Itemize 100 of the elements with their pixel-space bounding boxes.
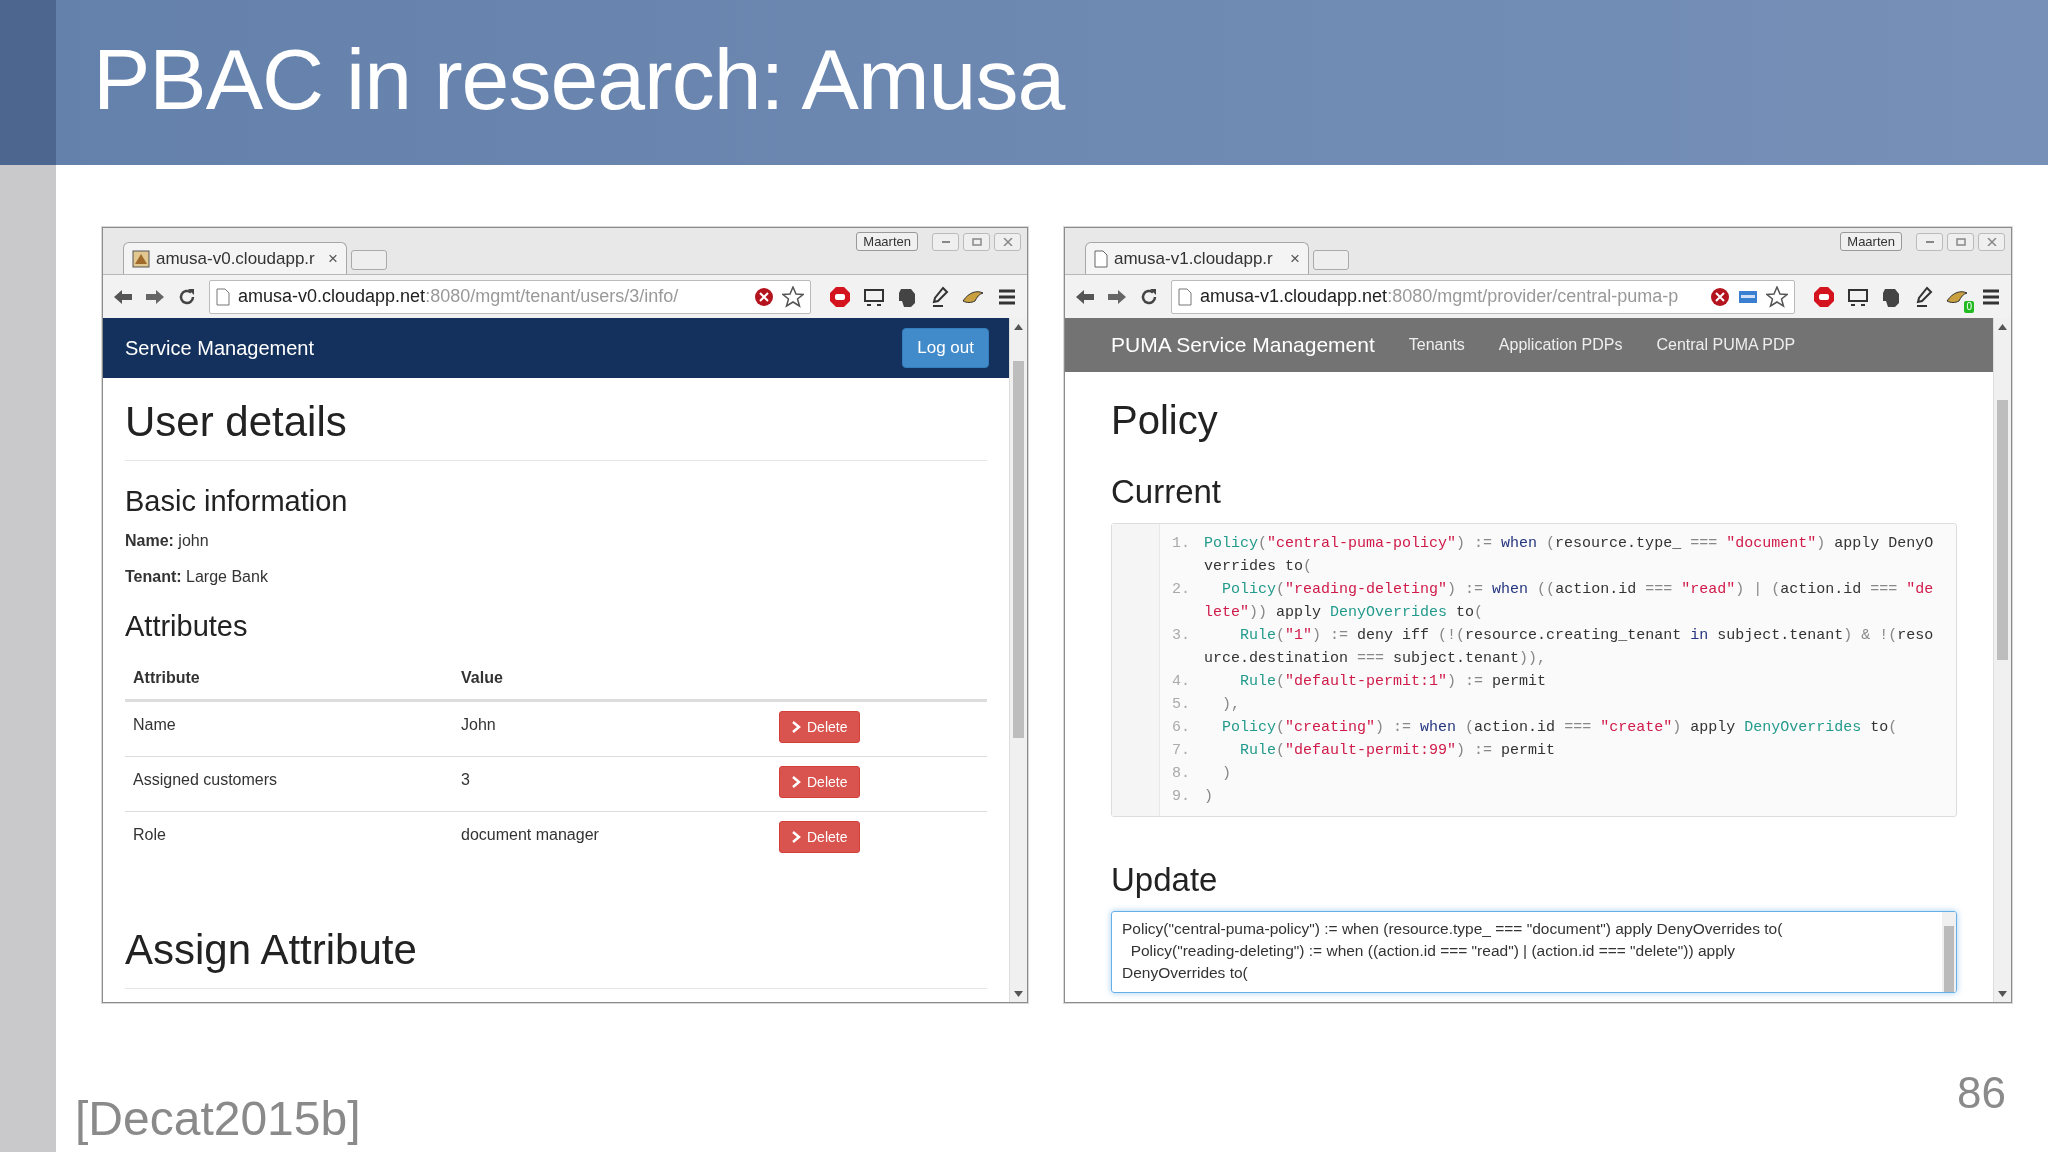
tab-close-button[interactable]: × xyxy=(1290,248,1300,269)
citation-text: [Decat2015b] xyxy=(75,1091,361,1146)
brand-text[interactable]: Service Management xyxy=(125,336,314,360)
line-number: 2. xyxy=(1171,580,1191,600)
minimize-button[interactable] xyxy=(1916,232,1943,251)
error-icon[interactable] xyxy=(1710,286,1730,307)
table-cell: Role xyxy=(125,811,453,866)
chevron-icon xyxy=(792,831,801,843)
address-field[interactable]: amusa-v0.cloudapp.net:8080/mgmt/tenant/users/3/info/ xyxy=(209,279,811,314)
stop-sign-icon[interactable] xyxy=(1813,285,1835,308)
detail-text: Name: john xyxy=(125,532,210,550)
section-heading: Update xyxy=(1111,861,1219,899)
forward-icon[interactable] xyxy=(145,288,165,305)
chevron-icon xyxy=(792,721,801,733)
close-button[interactable] xyxy=(1978,232,2005,251)
code-line: ) xyxy=(1204,787,1214,807)
browser-tab[interactable]: amusa-v1.cloudapp.r × xyxy=(1085,242,1309,274)
code-line: Policy("central-puma-policy") := when (resource.type_ === "document") apply DenyOverrides to( xyxy=(1204,534,1935,577)
code-line: Rule("default-permit:99") := permit xyxy=(1239,741,1557,761)
line-number: 3. xyxy=(1171,626,1191,646)
table-cell: document manager xyxy=(453,811,771,866)
scroll-down-icon[interactable] xyxy=(1014,990,1023,997)
section-heading: Basic information xyxy=(125,485,349,518)
page-icon xyxy=(1178,287,1192,306)
code-line: Policy("reading-deleting") := when ((action.id === "read") | (action.id === "delete")) apply DenyOverrides to( xyxy=(1204,580,1935,623)
close-icon xyxy=(1986,237,1997,246)
column-header: Attribute xyxy=(125,657,453,701)
table-cell: John xyxy=(453,701,771,756)
star-icon[interactable] xyxy=(782,285,804,308)
line-number: 7. xyxy=(1171,741,1191,761)
table-cell: Name xyxy=(125,701,453,756)
slide-title: PBAC in research: Amusa xyxy=(93,30,1065,129)
line-number: 4. xyxy=(1171,672,1191,692)
forward-icon[interactable] xyxy=(1107,288,1127,305)
close-icon xyxy=(1002,237,1013,246)
table-cell: Assigned customers xyxy=(125,756,453,811)
scroll-thumb[interactable] xyxy=(1997,400,2008,660)
page-icon xyxy=(216,287,230,306)
scroll-down-icon[interactable] xyxy=(1998,990,2007,997)
reload-icon[interactable] xyxy=(1139,286,1159,307)
policy-textarea[interactable]: Policy("central-puma-policy") := when (resource.type_ === "document") apply DenyOverrides to( Policy("reading-deleting") := when ((action.id === "read") | (action.id === "delete")) apply DenyOverrides to( xyxy=(1111,911,1957,993)
menu-icon[interactable] xyxy=(1981,287,2001,306)
monitor-icon[interactable] xyxy=(1847,286,1869,307)
chevron-icon xyxy=(792,776,801,788)
tab-close-button[interactable]: × xyxy=(328,248,338,269)
stop-sign-icon[interactable] xyxy=(829,285,851,308)
maximize-icon xyxy=(1955,237,1966,246)
detail-text: Tenant: Large Bank xyxy=(125,568,269,586)
page-number: 86 xyxy=(1957,1068,2006,1118)
close-button[interactable] xyxy=(994,232,1021,251)
star-icon[interactable] xyxy=(1766,285,1788,308)
favicon-icon xyxy=(132,249,150,268)
code-line: ), xyxy=(1221,695,1242,715)
scroll-up-icon[interactable] xyxy=(1998,323,2007,330)
page-heading: Assign Attribute xyxy=(125,926,987,989)
html-icon[interactable] xyxy=(1738,289,1758,304)
nav-link[interactable]: Tenants xyxy=(1408,336,1465,354)
scroll-up-icon[interactable] xyxy=(1014,323,1023,330)
line-number: 8. xyxy=(1171,764,1191,784)
maximize-icon xyxy=(971,237,982,246)
brand-text[interactable]: PUMA Service Management xyxy=(1111,333,1375,357)
column-header: Value xyxy=(453,657,771,701)
back-icon[interactable] xyxy=(1075,288,1095,305)
scroll-thumb[interactable] xyxy=(1944,926,1954,992)
page-icon xyxy=(1094,249,1108,268)
back-icon[interactable] xyxy=(113,288,133,305)
page-heading: Policy xyxy=(1111,398,1219,443)
line-number: 5. xyxy=(1171,695,1191,715)
delete-button[interactable]: Delete xyxy=(779,766,861,798)
profile-button[interactable]: Maarten xyxy=(1840,232,1902,251)
section-heading: Current xyxy=(1111,473,1223,511)
scroll-thumb[interactable] xyxy=(1013,361,1024,738)
scrollbar[interactable] xyxy=(1993,318,2011,1002)
profile-button[interactable]: Maarten xyxy=(856,232,918,251)
reload-icon[interactable] xyxy=(177,286,197,307)
section-heading: Attributes xyxy=(125,610,249,643)
minimize-icon xyxy=(1925,240,1934,243)
delete-button[interactable]: Delete xyxy=(779,821,861,853)
browser-tab[interactable]: amusa-v0.cloudapp.r × xyxy=(123,242,347,274)
table-cell: 3 xyxy=(453,756,771,811)
code-line: ) xyxy=(1221,764,1233,784)
line-number: 6. xyxy=(1171,718,1191,738)
scrollbar[interactable] xyxy=(1009,318,1027,1002)
nav-link[interactable]: Central PUMA PDP xyxy=(1656,336,1796,354)
code-line: Rule("1") := deny iff (!(resource.creating_tenant in subject.tenant) & !(resource.destination === subject.tenant)), xyxy=(1204,626,1935,669)
code-line: Rule("default-permit:1") := permit xyxy=(1239,672,1548,692)
logout-button[interactable]: Log out xyxy=(902,328,989,368)
address-field[interactable]: amusa-v1.cloudapp.net:8080/mgmt/provider/central-puma-p xyxy=(1171,279,1795,314)
minimize-button[interactable] xyxy=(932,232,959,251)
menu-icon[interactable] xyxy=(997,287,1017,306)
delete-button[interactable]: Delete xyxy=(779,711,861,743)
line-number: 9. xyxy=(1171,787,1191,807)
code-line: Policy("creating") := when (action.id === "create") apply DenyOverrides to( xyxy=(1221,718,1899,738)
extension-badge: 0 xyxy=(1964,300,1974,313)
line-number: 1. xyxy=(1171,534,1191,554)
error-icon[interactable] xyxy=(754,286,774,307)
minimize-icon xyxy=(941,240,950,243)
nav-link[interactable]: Application PDPs xyxy=(1498,336,1623,354)
monitor-icon[interactable] xyxy=(863,286,885,307)
page-heading: User details xyxy=(125,398,987,461)
